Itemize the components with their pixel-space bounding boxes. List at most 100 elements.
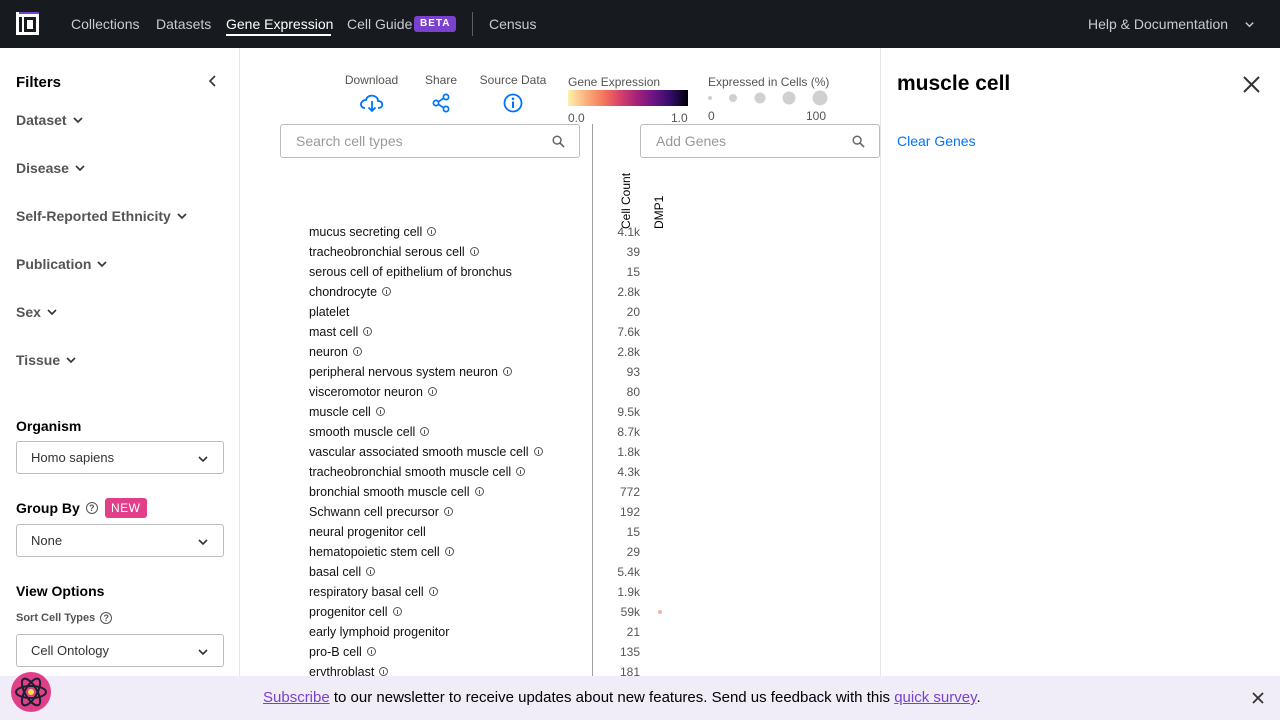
cell-type-row[interactable]: hematopoietic stem cell 29 — [309, 542, 649, 562]
source-data-button[interactable]: Source Data — [478, 73, 548, 116]
cell-type-row[interactable]: tracheobronchial smooth muscle cell 4.3k — [309, 462, 649, 482]
nav-census[interactable]: Census — [489, 15, 536, 33]
add-genes-input[interactable]: Add Genes — [640, 124, 880, 158]
info-icon[interactable] — [375, 407, 385, 416]
info-icon[interactable] — [379, 667, 389, 676]
cell-type-row[interactable]: basal cell 5.4k — [309, 562, 649, 582]
filter-tissue[interactable]: Tissue — [16, 352, 76, 368]
cell-type-label[interactable]: tracheobronchial smooth muscle cell — [309, 465, 511, 479]
info-icon[interactable] — [533, 447, 543, 456]
filter-disease[interactable]: Disease — [16, 160, 85, 176]
sort-select[interactable]: Cell Ontology — [16, 634, 224, 667]
share-icon — [432, 93, 450, 113]
info-icon[interactable] — [444, 547, 454, 556]
cell-type-label[interactable]: serous cell of epithelium of bronchus — [309, 265, 512, 279]
chevron-down-icon — [177, 213, 187, 220]
cell-type-label[interactable]: bronchial smooth muscle cell — [309, 485, 470, 499]
cell-type-label[interactable]: mast cell — [309, 325, 358, 339]
help-icon[interactable]: ? — [100, 612, 113, 624]
cell-type-row[interactable]: muscle cell 9.5k — [309, 402, 649, 422]
info-icon[interactable] — [427, 387, 437, 396]
info-icon[interactable] — [427, 227, 437, 236]
cell-type-label[interactable]: hematopoietic stem cell — [309, 545, 440, 559]
info-icon[interactable] — [352, 347, 362, 356]
info-icon[interactable] — [382, 287, 392, 296]
gene-column-header-dmp1[interactable]: DMP1 — [652, 196, 666, 229]
cell-type-row[interactable]: peripheral nervous system neuron 93 — [309, 362, 649, 382]
search-icon — [852, 135, 865, 148]
cell-type-row[interactable]: serous cell of epithelium of bronchus 15 — [309, 262, 649, 282]
subscribe-link[interactable]: Subscribe — [263, 689, 330, 706]
cell-type-label[interactable]: Schwann cell precursor — [309, 505, 439, 519]
cell-type-row[interactable]: vascular associated smooth muscle cell 1.… — [309, 442, 649, 462]
group-by-select[interactable]: None — [16, 524, 224, 557]
chevron-down-icon[interactable] — [1244, 19, 1255, 30]
cell-type-row[interactable]: mast cell 7.6k — [309, 322, 649, 342]
nav-gene-expression[interactable]: Gene Expression — [226, 15, 333, 33]
filter-ethnicity[interactable]: Self-Reported Ethnicity — [16, 208, 187, 224]
info-icon[interactable] — [366, 647, 376, 656]
cell-type-row[interactable]: smooth muscle cell 8.7k — [309, 422, 649, 442]
clear-genes-button[interactable]: Clear Genes — [897, 133, 976, 149]
cell-type-label[interactable]: mucus secreting cell — [309, 225, 422, 239]
cell-type-label[interactable]: neuron — [309, 345, 348, 359]
cell-type-label[interactable]: platelet — [309, 305, 349, 319]
filter-publication[interactable]: Publication — [16, 256, 108, 272]
cell-type-label[interactable]: pro-B cell — [309, 645, 362, 659]
cell-type-label[interactable]: muscle cell — [309, 405, 371, 419]
info-icon[interactable] — [420, 427, 430, 436]
organism-select[interactable]: Homo sapiens — [16, 441, 224, 474]
cell-type-row[interactable]: tracheobronchial serous cell 39 — [309, 242, 649, 262]
cell-type-label[interactable]: peripheral nervous system neuron — [309, 365, 498, 379]
expression-dot[interactable] — [658, 610, 662, 614]
cellxgene-logo-icon[interactable] — [16, 12, 39, 35]
search-cell-types-input[interactable]: Search cell types — [280, 124, 580, 158]
cell-type-row[interactable]: pro-B cell 135 — [309, 642, 649, 662]
cell-type-label[interactable]: visceromotor neuron — [309, 385, 423, 399]
cell-type-label[interactable]: smooth muscle cell — [309, 425, 415, 439]
nav-datasets[interactable]: Datasets — [156, 15, 211, 33]
cell-type-row[interactable]: Schwann cell precursor 192 — [309, 502, 649, 522]
info-icon[interactable] — [474, 487, 484, 496]
expressed-cells-min: 0 — [708, 109, 715, 123]
info-icon[interactable] — [503, 367, 512, 376]
cell-type-row[interactable]: visceromotor neuron 80 — [309, 382, 649, 402]
cell-type-label[interactable]: respiratory basal cell — [309, 585, 424, 599]
nav-collections[interactable]: Collections — [71, 15, 139, 33]
filter-dataset[interactable]: Dataset — [16, 112, 83, 128]
info-icon[interactable] — [428, 587, 438, 596]
info-icon[interactable] — [363, 327, 373, 336]
cell-type-label[interactable]: basal cell — [309, 565, 361, 579]
close-banner-icon[interactable] — [1252, 692, 1264, 704]
cell-type-row[interactable]: neural progenitor cell 15 — [309, 522, 649, 542]
cell-type-label[interactable]: progenitor cell — [309, 605, 388, 619]
cell-type-label[interactable]: tracheobronchial serous cell — [309, 245, 465, 259]
cell-type-row[interactable]: platelet 20 — [309, 302, 649, 322]
cell-type-row[interactable]: chondrocyte 2.8k — [309, 282, 649, 302]
filter-sex[interactable]: Sex — [16, 304, 57, 320]
cell-type-row[interactable]: mucus secreting cell 4.1k — [309, 222, 649, 242]
cell-type-row[interactable]: neuron 2.8k — [309, 342, 649, 362]
close-icon[interactable] — [1243, 76, 1260, 93]
info-icon[interactable] — [516, 467, 526, 476]
cell-type-row[interactable]: bronchial smooth muscle cell 772 — [309, 482, 649, 502]
info-icon[interactable] — [392, 607, 402, 616]
cell-type-row[interactable]: respiratory basal cell 1.9k — [309, 582, 649, 602]
share-button[interactable]: Share — [422, 73, 460, 116]
cell-type-row[interactable]: early lymphoid progenitor 21 — [309, 622, 649, 642]
cell-type-label[interactable]: neural progenitor cell — [309, 525, 426, 539]
nav-cell-guide[interactable]: Cell Guide — [347, 15, 412, 33]
info-icon[interactable] — [366, 567, 376, 576]
cell-type-row[interactable]: progenitor cell 59k — [309, 602, 649, 622]
nav-help-documentation[interactable]: Help & Documentation — [1088, 15, 1228, 33]
quick-survey-link[interactable]: quick survey — [894, 689, 976, 706]
filter-publication-label: Publication — [16, 256, 92, 272]
info-icon[interactable] — [443, 507, 453, 516]
download-button[interactable]: Download — [343, 73, 400, 116]
cell-type-label[interactable]: chondrocyte — [309, 285, 377, 299]
info-icon[interactable] — [469, 247, 479, 256]
help-icon[interactable]: ? — [85, 502, 98, 514]
collapse-sidebar-icon[interactable] — [207, 75, 219, 87]
cell-type-label[interactable]: vascular associated smooth muscle cell — [309, 445, 529, 459]
cell-type-label[interactable]: early lymphoid progenitor — [309, 625, 449, 639]
